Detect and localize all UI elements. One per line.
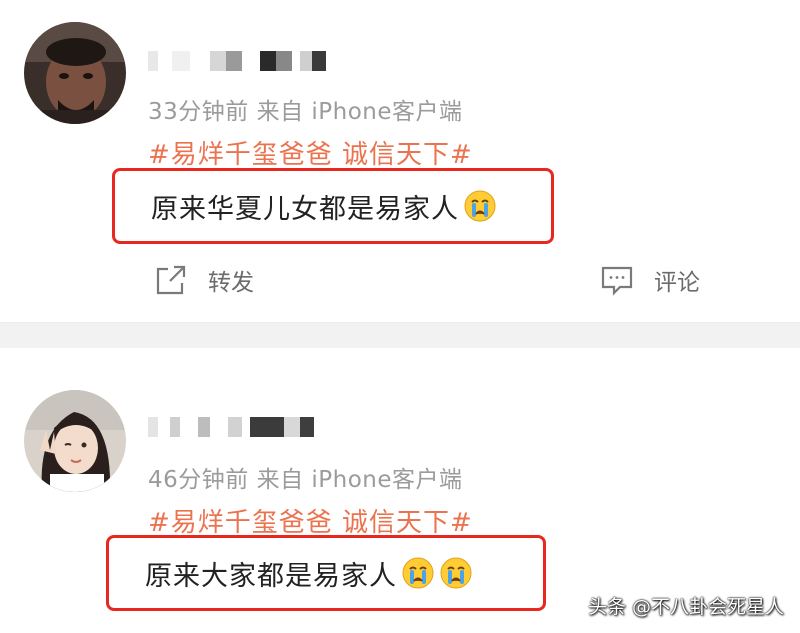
share-icon <box>154 263 188 297</box>
username-redacted[interactable] <box>148 410 314 444</box>
post-meta: 46分钟前 来自 iPhone客户端 <box>148 467 463 493</box>
post-card: 46分钟前 来自 iPhone客户端 #易烊千玺爸爸 诚信天下# 原来大家都是易… <box>0 348 800 633</box>
comment-button[interactable]: 评论 <box>600 263 700 297</box>
crying-emoji-icon <box>401 556 435 590</box>
comment-label: 评论 <box>654 270 700 296</box>
topic-hashtag[interactable]: #易烊千玺爸爸 诚信天下# <box>148 134 473 171</box>
repost-button[interactable]: 转发 <box>154 263 254 297</box>
source-watermark: 头条 @不八卦会死星人 <box>587 596 784 618</box>
post-content: 原来华夏儿女都是易家人 <box>151 193 459 225</box>
avatar[interactable] <box>24 22 126 124</box>
feed-divider <box>0 322 800 349</box>
topic-hashtag[interactable]: #易烊千玺爸爸 诚信天下# <box>148 502 473 539</box>
repost-label: 转发 <box>208 270 254 296</box>
post-meta: 33分钟前 来自 iPhone客户端 <box>148 99 463 125</box>
crying-emoji-icon <box>463 189 497 223</box>
username-redacted[interactable] <box>148 44 326 78</box>
crying-emoji-icon <box>439 556 473 590</box>
avatar[interactable] <box>24 390 126 492</box>
highlighted-content: 原来华夏儿女都是易家人 <box>112 168 554 244</box>
comment-icon <box>600 263 634 297</box>
highlighted-content: 原来大家都是易家人 <box>106 535 546 611</box>
post-content: 原来大家都是易家人 <box>145 560 397 592</box>
post-card: 33分钟前 来自 iPhone客户端 #易烊千玺爸爸 诚信天下# 原来华夏儿女都… <box>0 0 800 322</box>
